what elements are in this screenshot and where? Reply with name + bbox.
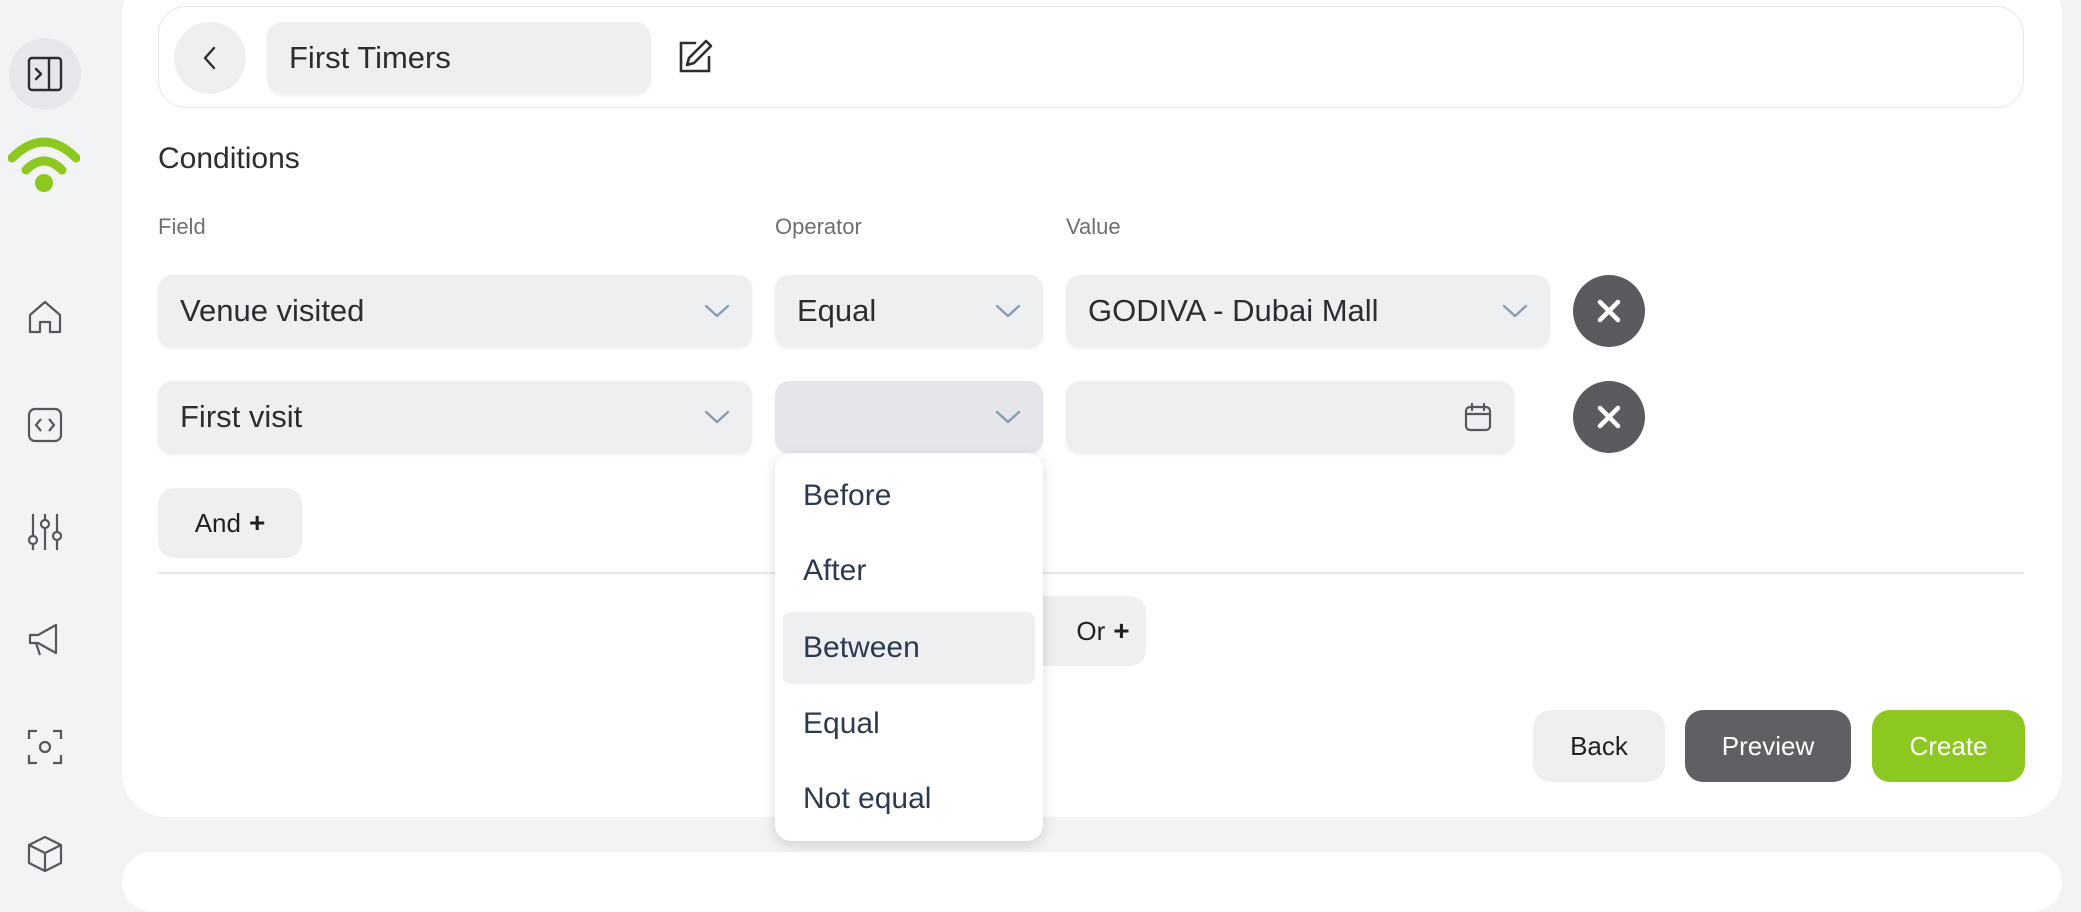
close-icon [1597,299,1621,323]
operator-select-row2[interactable] [775,381,1043,453]
value-column-label: Value [1066,214,1121,239]
or-label: Or [1076,615,1106,646]
box-icon[interactable] [25,834,65,874]
dropdown-option-equal[interactable]: Equal [783,688,1035,760]
plus-icon: + [1113,615,1130,646]
operator-dropdown-menu: Before After Between Equal Not equal [775,453,1043,841]
conditions-title: Conditions [158,142,300,175]
create-button[interactable]: Create [1872,710,2025,782]
back-button[interactable]: Back [1533,710,1665,782]
back-arrow-button[interactable] [174,22,246,94]
and-label: And [194,507,241,538]
plus-icon: + [248,507,266,538]
field-select-value: Venue visited [180,293,365,328]
calendar-icon[interactable] [1464,402,1492,432]
sidebar [0,0,90,873]
next-card [122,852,2062,912]
code-icon[interactable] [25,405,65,445]
divider [158,572,2024,574]
field-select-row1[interactable]: Venue visited [158,275,752,347]
remove-condition-button[interactable] [1573,275,1645,347]
chevron-left-icon [203,46,216,70]
chevron-down-icon [704,304,730,318]
value-select-value: GODIVA - Dubai Mall [1088,293,1379,328]
segment-name-text: First Timers [289,40,451,75]
operator-select-value: Equal [797,293,877,328]
chevron-down-icon [995,410,1021,424]
sidebar-expand-icon [27,56,63,92]
preview-button[interactable]: Preview [1685,710,1851,782]
dropdown-option-between[interactable]: Between [783,612,1035,684]
operator-column-label: Operator [775,214,862,239]
edit-icon [679,39,713,73]
sidebar-toggle-button[interactable] [9,38,81,110]
segment-name-input[interactable]: First Timers [267,22,651,94]
remove-condition-button[interactable] [1573,381,1645,453]
value-select-row1[interactable]: GODIVA - Dubai Mall [1066,275,1550,347]
field-select-value: First visit [180,399,303,434]
megaphone-icon[interactable] [25,620,65,660]
field-column-label: Field [158,214,206,239]
chevron-down-icon [704,410,730,424]
chevron-down-icon [1502,304,1528,318]
home-icon[interactable] [25,297,65,337]
dropdown-option-after[interactable]: After [783,535,1035,607]
chevron-down-icon [995,304,1021,318]
edit-name-button[interactable] [674,36,716,78]
date-input-row2[interactable] [1066,381,1514,453]
wifi-logo-icon [7,132,81,194]
operator-select-row1[interactable]: Equal [775,275,1043,347]
dropdown-option-before[interactable]: Before [783,460,1035,532]
dropdown-option-not-equal[interactable]: Not equal [783,763,1035,835]
sliders-icon[interactable] [25,512,65,552]
add-and-condition-button[interactable]: And + [158,488,302,558]
field-select-row2[interactable]: First visit [158,381,752,453]
scan-icon[interactable] [25,727,65,767]
close-icon [1597,405,1621,429]
